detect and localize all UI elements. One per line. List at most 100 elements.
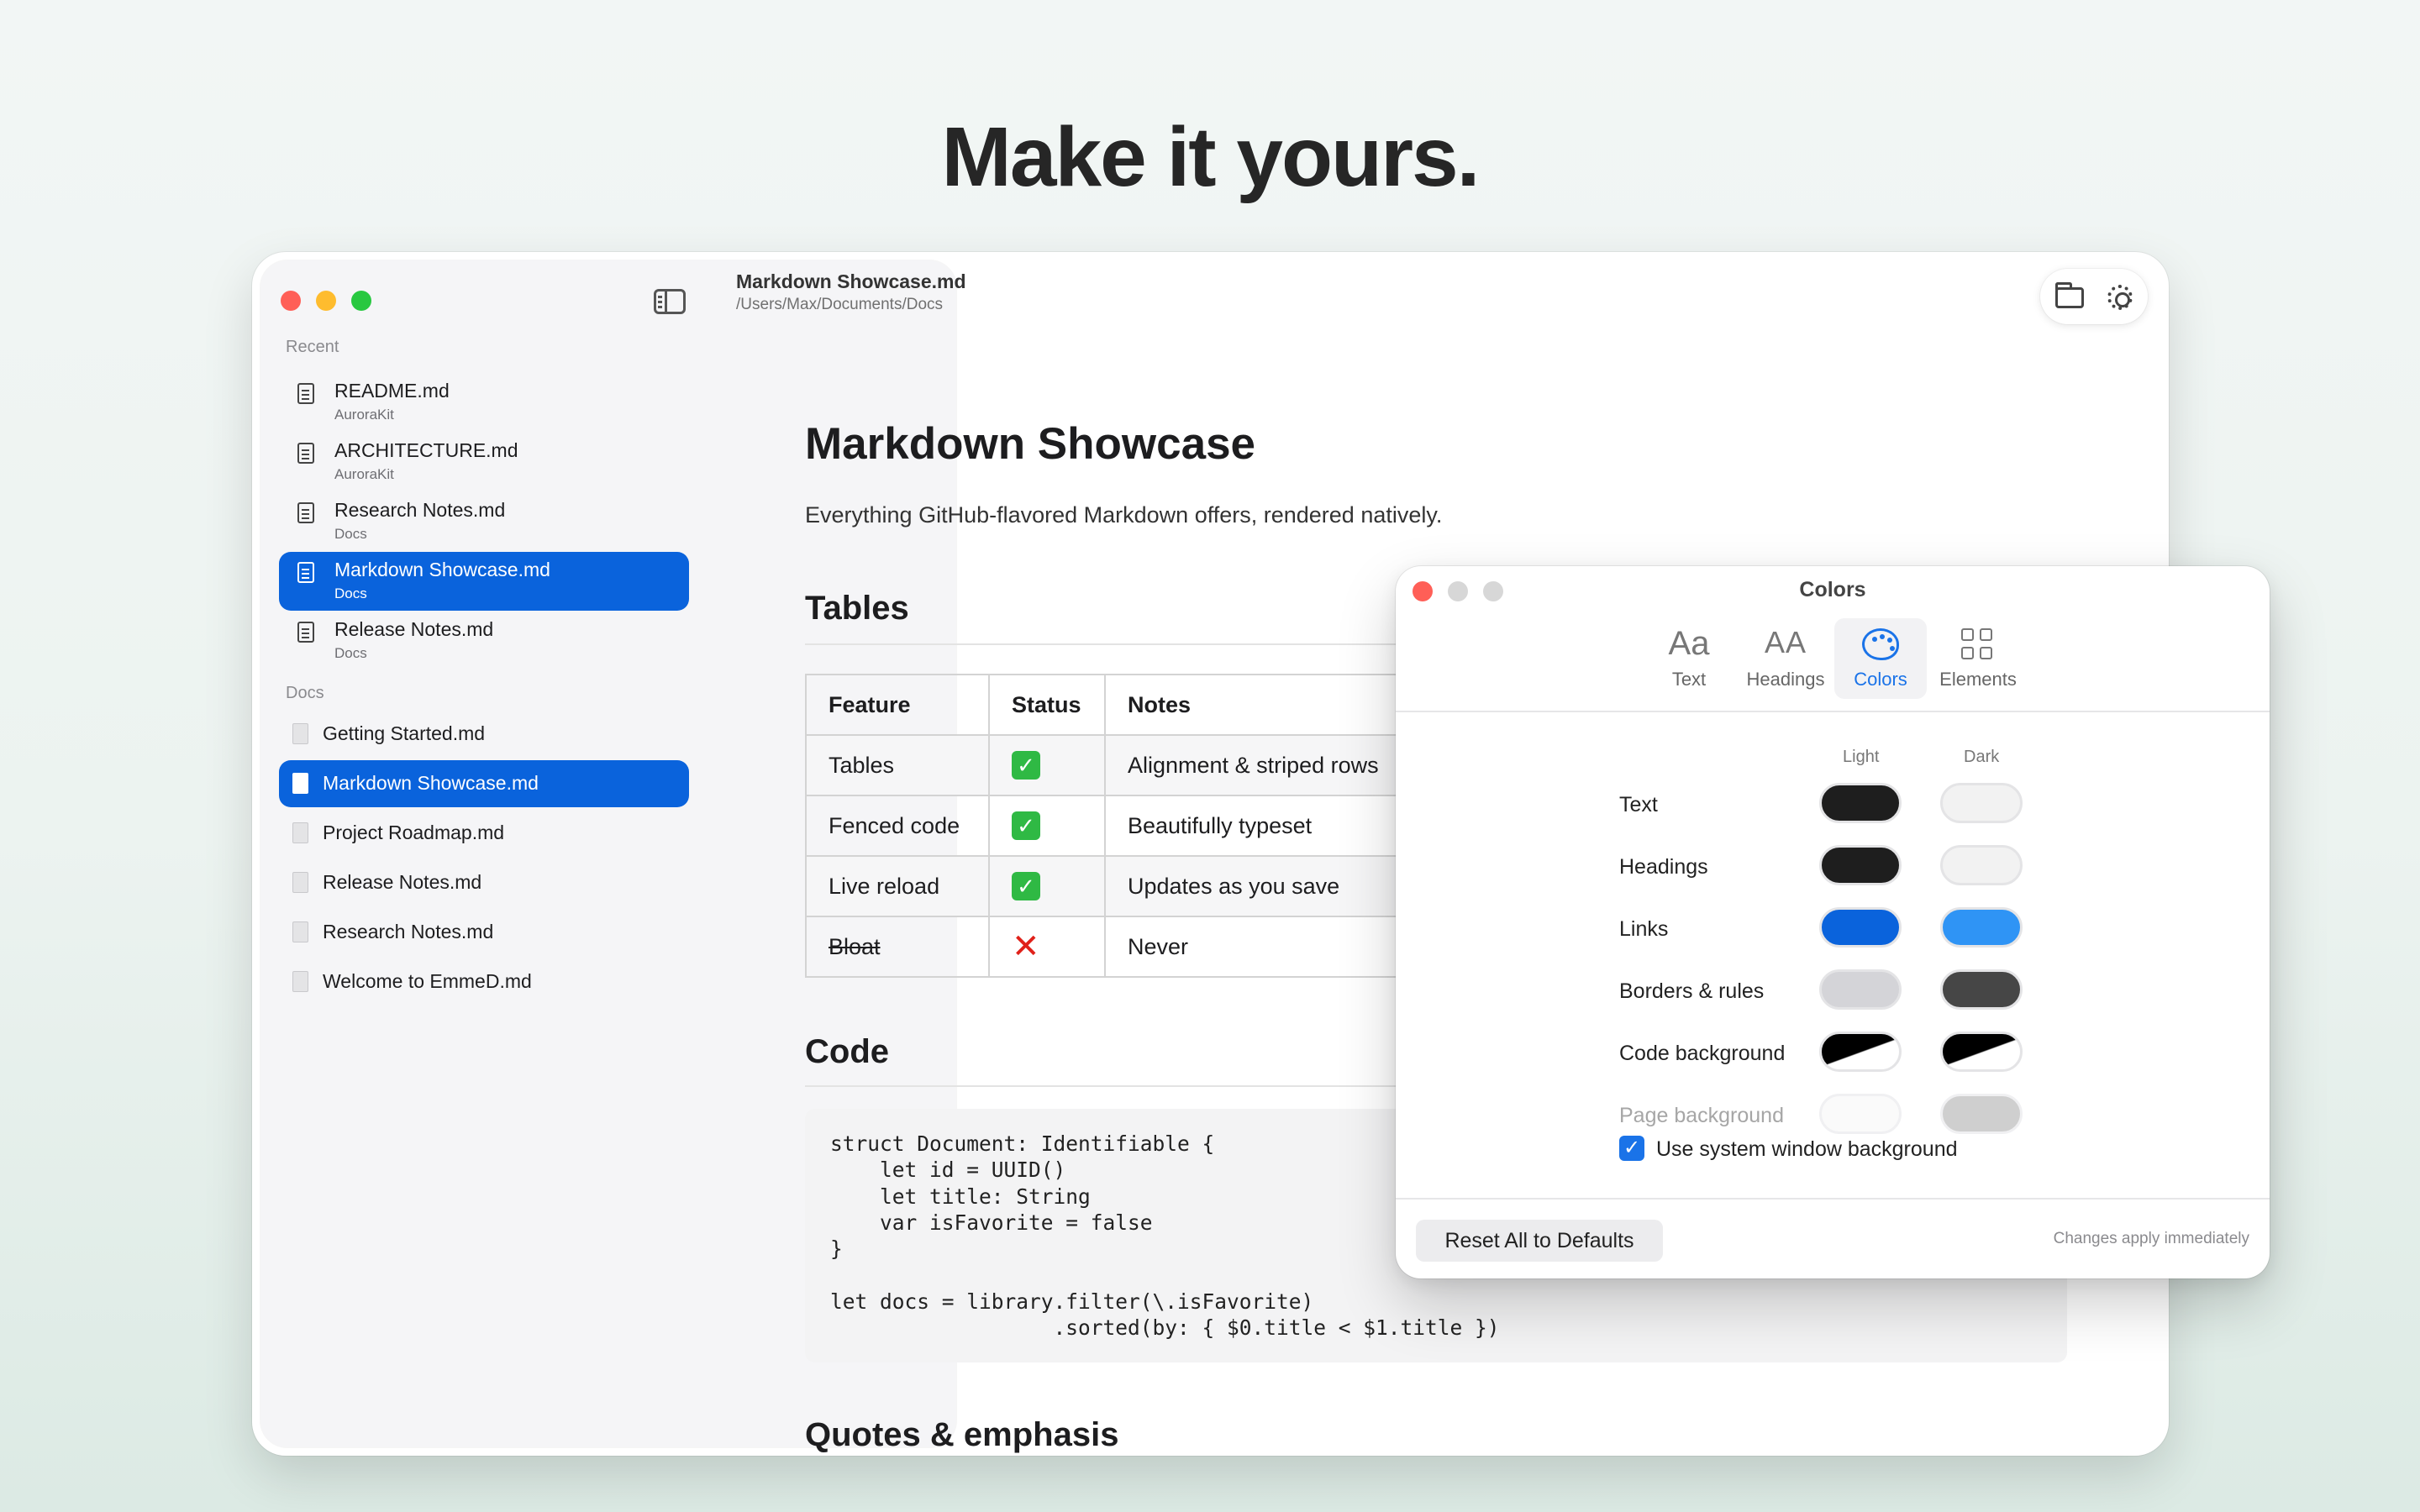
document-icon — [297, 622, 314, 643]
file-icon — [292, 773, 308, 794]
tab-label: Colors — [1854, 669, 1907, 690]
recent-file-name: Research Notes.md — [334, 499, 506, 521]
sidebar-toggle-icon[interactable] — [654, 289, 686, 314]
dark-column-label: Dark — [1964, 748, 2000, 766]
docs-file-name: Release Notes.md — [323, 871, 482, 893]
system-background-label: Use system window background — [1656, 1137, 1958, 1161]
headings-icon: AA — [1764, 625, 1807, 659]
table-cell: Live reload — [805, 855, 990, 917]
docs-file-name: Project Roadmap.md — [323, 822, 505, 843]
light-color-swatch[interactable] — [1819, 783, 1902, 823]
dark-color-swatch — [1940, 1094, 2023, 1134]
recent-file-name: README.md — [334, 380, 450, 402]
recent-file-item[interactable]: ARCHITECTURE.md AuroraKit — [279, 433, 689, 491]
table-cell: Tables — [805, 734, 990, 796]
light-color-swatch[interactable] — [1819, 1032, 1902, 1072]
tab-text[interactable]: Aa Text — [1648, 618, 1730, 699]
grid-icon — [1961, 628, 1995, 662]
quotes-heading: Quotes & emphasis — [805, 1416, 1119, 1453]
file-icon — [292, 872, 308, 893]
light-color-swatch — [1819, 1094, 1902, 1134]
tab-elements[interactable]: Elements — [1930, 618, 2026, 699]
tab-colors[interactable]: Colors — [1834, 618, 1927, 699]
code-heading: Code — [805, 1033, 889, 1070]
docs-file-item[interactable]: Research Notes.md — [279, 909, 689, 956]
light-color-swatch[interactable] — [1819, 845, 1902, 885]
close-button[interactable] — [281, 291, 301, 311]
tab-headings[interactable]: AA Headings — [1735, 618, 1836, 699]
feature-notes: Updates as you save — [1128, 873, 1340, 899]
dark-color-swatch[interactable] — [1940, 907, 2023, 948]
feature-notes: Alignment & striped rows — [1128, 752, 1379, 778]
dark-color-swatch[interactable] — [1940, 969, 2023, 1010]
docs-file-name: Getting Started.md — [323, 722, 486, 744]
docs-file-name: Welcome to EmmeD.md — [323, 970, 532, 992]
tables-heading: Tables — [805, 590, 909, 627]
feature-notes: Never — [1128, 933, 1189, 959]
feature-name: Tables — [829, 752, 895, 778]
reset-defaults-button[interactable]: Reset All to Defaults — [1416, 1220, 1663, 1262]
feature-name: Bloat — [829, 933, 881, 959]
color-row-label: Borders & rules — [1619, 979, 1765, 1003]
system-background-checkbox[interactable]: ✓ — [1619, 1136, 1644, 1161]
file-icon — [292, 921, 308, 942]
dark-color-swatch[interactable] — [1940, 783, 2023, 823]
recent-file-folder: AuroraKit — [334, 466, 394, 482]
recent-file-name: Release Notes.md — [334, 618, 494, 640]
docs-file-name: Markdown Showcase.md — [323, 772, 539, 794]
tabs-divider — [1396, 711, 2270, 712]
docs-file-item[interactable]: Release Notes.md — [279, 859, 689, 906]
document-intro: Everything GitHub-flavored Markdown offe… — [805, 502, 1443, 528]
recent-file-folder: AuroraKit — [334, 407, 394, 423]
tab-label: Elements — [1939, 669, 2017, 690]
tab-label: Headings — [1746, 669, 1825, 690]
feature-notes: Beautifully typeset — [1128, 812, 1313, 838]
file-icon — [292, 822, 308, 843]
color-row-label: Page background — [1619, 1104, 1784, 1127]
file-icon — [292, 723, 308, 744]
colors-panel: Colors Aa Text AA Headings Colors Elemen… — [1396, 566, 2270, 1278]
recent-file-folder: Docs — [334, 526, 367, 542]
recent-file-name: ARCHITECTURE.md — [334, 439, 518, 461]
recent-file-item[interactable]: README.md AuroraKit — [279, 373, 689, 432]
footer-divider — [1396, 1198, 2270, 1200]
tab-label: Text — [1671, 669, 1707, 690]
recent-file-name: Markdown Showcase.md — [334, 559, 550, 580]
color-row-label: Code background — [1619, 1042, 1786, 1065]
table-cell: ✓ — [988, 855, 1106, 917]
docs-file-item[interactable]: Getting Started.md — [279, 711, 689, 758]
document-icon — [297, 383, 314, 404]
docs-file-name: Research Notes.md — [323, 921, 494, 942]
dark-color-swatch[interactable] — [1940, 845, 2023, 885]
document-icon — [297, 502, 314, 523]
docs-file-item[interactable]: Markdown Showcase.md — [279, 760, 689, 807]
table-cell: Bloat — [805, 916, 990, 978]
recent-section-label: Recent — [286, 338, 339, 356]
recent-file-item[interactable]: Release Notes.md Docs — [279, 612, 689, 670]
color-row-label: Links — [1619, 917, 1669, 941]
minimize-button[interactable] — [316, 291, 336, 311]
feature-name: Fenced code — [829, 812, 960, 838]
checkmark-icon: ✓ — [1012, 811, 1040, 840]
table-cell: ✕ — [988, 916, 1106, 978]
table-header-cell: Feature — [805, 674, 990, 736]
docs-file-item[interactable]: Welcome to EmmeD.md — [279, 958, 689, 1005]
recent-file-folder: Docs — [334, 645, 367, 661]
recent-file-item[interactable]: Research Notes.md Docs — [279, 492, 689, 551]
docs-file-item[interactable]: Project Roadmap.md — [279, 810, 689, 857]
docs-section-label: Docs — [286, 684, 324, 702]
light-color-swatch[interactable] — [1819, 969, 1902, 1010]
file-icon — [292, 971, 308, 992]
checkmark-icon: ✓ — [1012, 872, 1040, 900]
document-title: Markdown Showcase — [805, 419, 1256, 469]
light-color-swatch[interactable] — [1819, 907, 1902, 948]
text-icon: Aa — [1668, 625, 1710, 662]
dark-color-swatch[interactable] — [1940, 1032, 2023, 1072]
light-column-label: Light — [1843, 748, 1880, 766]
document-icon — [297, 562, 314, 583]
palette-icon — [1862, 628, 1899, 660]
cross-icon: ✕ — [1012, 928, 1040, 965]
zoom-button[interactable] — [351, 291, 371, 311]
panel-title: Colors — [1799, 578, 1866, 601]
recent-file-item[interactable]: Markdown Showcase.md Docs — [279, 552, 689, 611]
